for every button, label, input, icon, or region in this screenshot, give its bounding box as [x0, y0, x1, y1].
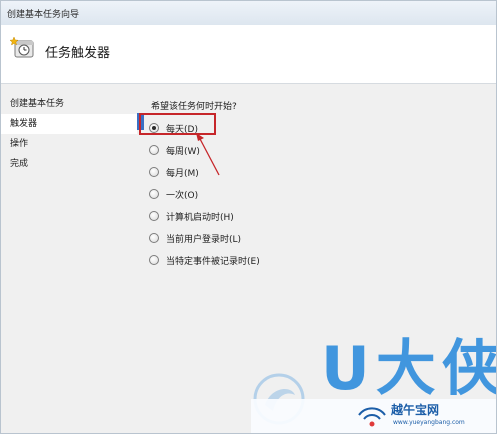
- sidebar-item-action[interactable]: 操作: [1, 134, 137, 154]
- radio-button[interactable]: [149, 189, 159, 199]
- watermark-url: www.yueyangbang.com: [393, 419, 465, 426]
- radio-label: 一次(O): [166, 190, 199, 201]
- watermark: U大侠 越午宝网 www.yueyangbang.com: [251, 334, 497, 433]
- radio-once[interactable]: 一次(O): [149, 186, 198, 202]
- radio-event-logged[interactable]: 当特定事件被记录时(E): [149, 252, 260, 268]
- radio-button[interactable]: [149, 233, 159, 243]
- radio-label: 当特定事件被记录时(E): [166, 256, 260, 267]
- sidebar-item-label: 创建基本任务: [10, 99, 65, 109]
- radio-user-logon[interactable]: 当前用户登录时(L): [149, 230, 241, 246]
- question-label: 希望该任务何时开始?: [151, 102, 237, 112]
- sidebar-item-label: 完成: [10, 159, 29, 169]
- radio-button[interactable]: [149, 255, 159, 265]
- sidebar-item-finish[interactable]: 完成: [1, 154, 137, 174]
- title-bar[interactable]: 创建基本任务向导: [1, 1, 496, 26]
- sidebar-item-label: 触发器: [10, 119, 38, 129]
- radio-button[interactable]: [149, 145, 159, 155]
- radio-computer-startup[interactable]: 计算机启动时(H): [149, 208, 234, 224]
- radio-button[interactable]: [149, 211, 159, 221]
- wizard-header: 任务触发器: [1, 25, 496, 83]
- annotation-arrow-icon: [196, 133, 220, 176]
- sidebar-item-create-basic-task[interactable]: 创建基本任务: [1, 94, 137, 114]
- sidebar-item-trigger[interactable]: 触发器: [1, 114, 137, 134]
- sidebar-item-label: 操作: [10, 139, 29, 149]
- radio-button[interactable]: [149, 167, 159, 177]
- page-title: 任务触发器: [45, 46, 111, 61]
- radio-label: 计算机启动时(H): [166, 212, 234, 223]
- window-title: 创建基本任务向导: [7, 10, 80, 20]
- radio-label: 当前用户登录时(L): [166, 234, 242, 245]
- wizard-steps-sidebar: 创建基本任务 触发器 操作 完成: [1, 94, 137, 174]
- wizard-window: 创建基本任务向导 任务触发器 创建基本任务 触发器 操作 完成 希望该任务何时开…: [0, 0, 497, 434]
- watermark-wifi-icon: [358, 407, 386, 427]
- watermark-brand: 越午宝网: [391, 403, 440, 417]
- watermark-big-text: U大侠: [321, 334, 497, 404]
- task-clock-icon: [9, 36, 34, 58]
